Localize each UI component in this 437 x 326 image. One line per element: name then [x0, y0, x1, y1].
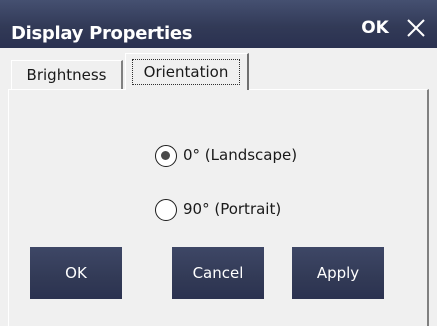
close-button[interactable] — [401, 13, 431, 43]
title-bar: Display Properties OK — [0, 0, 437, 48]
apply-button[interactable]: Apply — [292, 247, 384, 299]
tab-brightness[interactable]: Brightness — [11, 60, 123, 89]
title-ok-button[interactable]: OK — [358, 14, 392, 42]
radio-button-checked[interactable] — [155, 145, 177, 167]
radio-selected-dot — [161, 151, 170, 160]
tab-brightness-label: Brightness — [26, 66, 107, 84]
tab-focus-rect: Orientation — [132, 59, 240, 85]
radio-landscape-label: 0° (Landscape) — [183, 146, 298, 164]
ok-button[interactable]: OK — [30, 247, 122, 299]
tab-orientation-label: Orientation — [143, 63, 229, 81]
display-properties-window: Display Properties OK Brightness Orienta… — [0, 0, 437, 326]
window-title: Display Properties — [11, 23, 193, 44]
radio-portrait-label: 90° (Portrait) — [183, 200, 282, 218]
tab-orientation[interactable]: Orientation — [125, 53, 249, 90]
close-icon — [407, 19, 425, 37]
cancel-button[interactable]: Cancel — [172, 247, 264, 299]
radio-button-unchecked[interactable] — [155, 199, 177, 221]
